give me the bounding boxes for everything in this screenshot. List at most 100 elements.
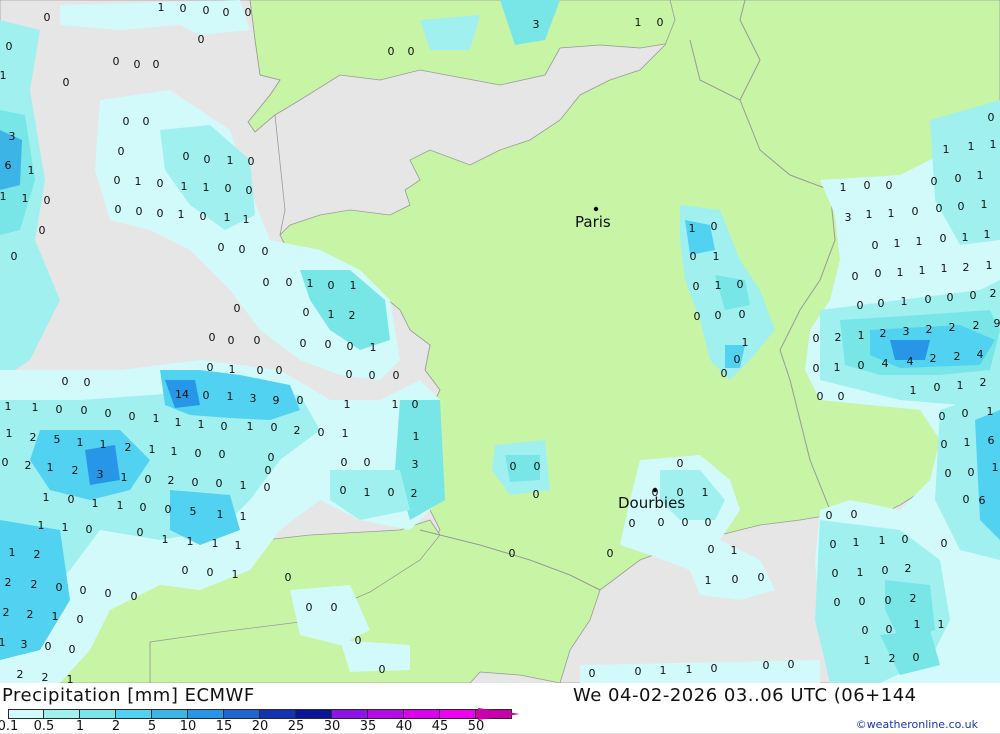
- precip-value: 0: [857, 299, 864, 312]
- precip-value: 1: [914, 618, 921, 631]
- legend-tick-label: 20: [252, 719, 269, 734]
- precip-value: 0: [693, 280, 700, 293]
- precip-value: 0: [140, 501, 147, 514]
- precip-value: 0: [925, 293, 932, 306]
- precip-value: 1: [342, 427, 349, 440]
- precip-value: 2: [973, 319, 980, 332]
- precip-value: 1: [715, 279, 722, 292]
- precip-value: 1: [247, 420, 254, 433]
- precip-value: 0: [223, 6, 230, 19]
- credit-link[interactable]: ©weatheronline.co.uk: [856, 718, 978, 731]
- precip-value: 0: [940, 232, 947, 245]
- precip-value: 0: [200, 210, 207, 223]
- legend-swatch: [80, 709, 116, 719]
- precip-value: 0: [219, 448, 226, 461]
- precip-value: 1: [943, 143, 950, 156]
- precip-value: 0: [864, 179, 871, 192]
- precip-value: 0: [113, 55, 120, 68]
- precip-value: 0: [962, 407, 969, 420]
- precip-value: 1: [742, 336, 749, 349]
- precip-value: 3: [533, 18, 540, 31]
- precip-value: 1: [62, 521, 69, 534]
- precip-value: 1: [5, 400, 12, 413]
- precip-value: 0: [763, 659, 770, 672]
- precip-value: 1: [938, 618, 945, 631]
- precip-value: 0: [852, 270, 859, 283]
- precip-value: 0: [285, 571, 292, 584]
- precip-value: 1: [910, 384, 917, 397]
- precip-value: 0: [941, 537, 948, 550]
- precip-value: 2: [3, 606, 10, 619]
- precip-value: 6: [5, 159, 12, 172]
- precip-value: 1: [307, 277, 314, 290]
- legend-tick-label: 25: [288, 719, 305, 734]
- precip-value: 0: [204, 153, 211, 166]
- precip-value: 0: [737, 278, 744, 291]
- legend-tick-label: 35: [360, 719, 377, 734]
- precip-value: 0: [228, 334, 235, 347]
- precip-value: 2: [910, 592, 917, 605]
- precip-value: 0: [970, 289, 977, 302]
- precip-value: 1: [77, 436, 84, 449]
- precip-value: 0: [369, 369, 376, 382]
- precip-value: 2: [835, 331, 842, 344]
- precip-value: 0: [234, 302, 241, 315]
- legend-arrow: [478, 706, 522, 722]
- precip-value: 0: [331, 601, 338, 614]
- precip-value: 0: [157, 207, 164, 220]
- forecast-datetime: We 04-02-2026 03..06 UTC (06+144: [573, 685, 917, 706]
- precip-value: 0: [379, 663, 386, 676]
- precip-value: 0: [872, 239, 879, 252]
- precip-value: 1: [392, 398, 399, 411]
- precip-value: 0: [939, 410, 946, 423]
- precip-value: 0: [105, 407, 112, 420]
- legend-swatch: [8, 709, 44, 719]
- precip-value: 0: [834, 596, 841, 609]
- precip-value: 0: [830, 538, 837, 551]
- precip-value: 2: [125, 441, 132, 454]
- precip-value: 2: [31, 578, 38, 591]
- precip-value: 1: [897, 266, 904, 279]
- precip-value: 0: [913, 651, 920, 664]
- precip-value: 0: [203, 389, 210, 402]
- precip-value: 0: [56, 581, 63, 594]
- precip-value: 0: [788, 658, 795, 671]
- precip-value: 0: [129, 410, 136, 423]
- precip-value: 6: [988, 434, 995, 447]
- legend-swatch: [44, 709, 80, 719]
- precip-value: 0: [711, 220, 718, 233]
- precip-value: 0: [355, 634, 362, 647]
- precip-value: 1: [894, 237, 901, 250]
- precip-value: 1: [9, 546, 16, 559]
- precip-value: 1: [364, 486, 371, 499]
- precip-value: 0: [533, 488, 540, 501]
- precip-value: 1: [240, 479, 247, 492]
- precip-value: 1: [879, 534, 886, 547]
- precip-value: 0: [11, 250, 18, 263]
- precip-value: 0: [137, 526, 144, 539]
- precip-value: 0: [80, 584, 87, 597]
- legend-tick-label: 15: [216, 719, 233, 734]
- precip-value: 0: [271, 421, 278, 434]
- precip-value: 4: [907, 355, 914, 368]
- precip-value: 0: [851, 508, 858, 521]
- precip-value: 0: [705, 516, 712, 529]
- city-label-paris: Paris: [575, 213, 611, 231]
- precip-value: 0: [412, 398, 419, 411]
- precip-value: 0: [346, 368, 353, 381]
- precip-value: 0: [677, 486, 684, 499]
- precip-value: 0: [510, 460, 517, 473]
- precip-value: 0: [225, 182, 232, 195]
- precip-value: 0: [182, 564, 189, 577]
- precip-value: 1: [0, 69, 7, 82]
- precip-value: 0: [934, 381, 941, 394]
- precip-value: 0: [902, 533, 909, 546]
- precip-value: 1: [713, 250, 720, 263]
- precip-value: 0: [859, 595, 866, 608]
- precip-value: 1: [689, 222, 696, 235]
- precip-value: 0: [328, 279, 335, 292]
- precip-value: 0: [62, 375, 69, 388]
- precip-value: 0: [838, 390, 845, 403]
- legend-tick-label: 10: [180, 719, 197, 734]
- precip-value: 0: [708, 543, 715, 556]
